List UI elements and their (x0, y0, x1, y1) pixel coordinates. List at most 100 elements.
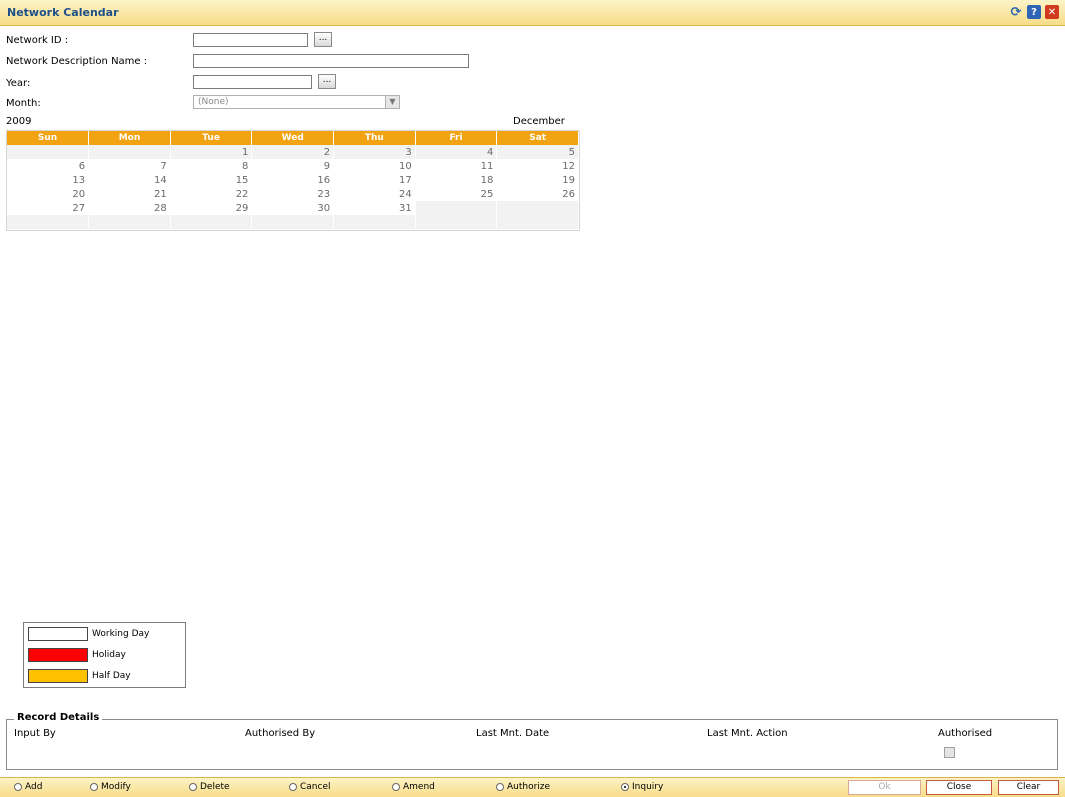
calendar-day-cell[interactable]: 21 (88, 187, 171, 201)
radio-icon (90, 783, 98, 791)
mode-authorize-label: Authorize (507, 782, 551, 792)
calendar-day-cell[interactable]: 16 (251, 173, 335, 187)
weekday-sun: Sun (7, 131, 90, 145)
calendar-day-cell[interactable]: 24 (333, 187, 416, 201)
weekday-sat: Sat (496, 131, 579, 145)
mode-delete-label: Delete (200, 782, 230, 792)
calendar-day-cell (170, 215, 253, 229)
mode-authorize-radio[interactable]: Authorize (496, 782, 550, 792)
radio-icon (14, 783, 22, 791)
half-day-label: Half Day (92, 671, 131, 681)
calendar-day-cell[interactable]: 12 (496, 159, 579, 173)
calendar-day-cell[interactable]: 1 (170, 145, 253, 159)
holiday-label: Holiday (92, 650, 126, 660)
calendar-week-row: 6 7 8 9 10 11 12 (7, 159, 579, 173)
calendar-day-cell (88, 215, 171, 229)
calendar-week-row: 20 21 22 23 24 25 26 (7, 187, 579, 201)
network-desc-input[interactable] (193, 54, 469, 68)
calendar-day-cell[interactable]: 8 (170, 159, 253, 173)
mode-cancel-radio[interactable]: Cancel (289, 782, 331, 792)
working-day-swatch (28, 627, 88, 641)
network-id-lookup-button[interactable]: ... (314, 32, 332, 47)
holiday-swatch (28, 648, 88, 662)
mode-amend-label: Amend (403, 782, 435, 792)
record-details-title: Record Details (14, 712, 103, 723)
calendar-day-cell[interactable]: 29 (170, 201, 253, 215)
year-input[interactable] (193, 75, 312, 89)
year-lookup-button[interactable]: ... (318, 74, 336, 89)
calendar-day-cell[interactable] (7, 145, 90, 159)
calendar-day-cell[interactable]: 14 (88, 173, 171, 187)
calendar-day-cell[interactable]: 18 (415, 173, 498, 187)
calendar-day-cell[interactable]: 19 (496, 173, 579, 187)
calendar-day-cell (251, 215, 335, 229)
calendar-day-cell[interactable]: 23 (251, 187, 335, 201)
calendar-day-cell[interactable]: 27 (7, 201, 90, 215)
calendar-day-cell[interactable]: 7 (88, 159, 171, 173)
legend-half-day: Half Day (28, 669, 131, 683)
calendar-day-cell[interactable] (88, 145, 171, 159)
window-title: Network Calendar (7, 6, 119, 19)
title-bar-icons: ⟳ ? ✕ (1009, 5, 1059, 20)
calendar-day-cell[interactable]: 2 (251, 145, 335, 159)
refresh-icon[interactable]: ⟳ (1009, 5, 1023, 20)
calendar-day-cell[interactable]: 4 (415, 145, 498, 159)
calendar-weekday-row: Sun Mon Tue Wed Thu Fri Sat (7, 131, 579, 145)
radio-selected-icon (621, 783, 629, 791)
calendar-day-cell (415, 201, 498, 215)
network-id-input[interactable] (193, 33, 308, 47)
network-id-label: Network ID : (6, 35, 69, 46)
legend-working-day: Working Day (28, 627, 149, 641)
calendar-day-cell[interactable]: 13 (7, 173, 90, 187)
calendar-day-cell[interactable]: 11 (415, 159, 498, 173)
mode-add-label: Add (25, 782, 43, 792)
month-select-value: (None) (198, 97, 229, 107)
calendar-week-row: 27 28 29 30 31 (7, 201, 579, 215)
title-bar: Network Calendar ⟳ ? ✕ (0, 0, 1065, 26)
calendar-day-cell[interactable]: 30 (251, 201, 335, 215)
close-button[interactable]: Close (926, 780, 992, 795)
calendar-day-cell[interactable]: 3 (333, 145, 416, 159)
calendar-year: 2009 (6, 116, 32, 127)
clear-button[interactable]: Clear (998, 780, 1059, 795)
authorised-label: Authorised (938, 728, 993, 739)
weekday-wed: Wed (251, 131, 335, 145)
calendar-day-cell[interactable]: 17 (333, 173, 416, 187)
calendar-day-cell[interactable]: 31 (333, 201, 416, 215)
calendar-day-cell[interactable]: 10 (333, 159, 416, 173)
radio-icon (392, 783, 400, 791)
calendar-day-cell (333, 215, 416, 229)
help-icon[interactable]: ? (1027, 5, 1041, 19)
authorised-checkbox[interactable] (944, 747, 955, 758)
calendar-day-cell[interactable]: 26 (496, 187, 579, 201)
month-select[interactable]: (None) ▼ (193, 95, 400, 109)
chevron-down-icon[interactable]: ▼ (385, 96, 399, 108)
mode-modify-label: Modify (101, 782, 131, 792)
calendar-day-cell[interactable]: 22 (170, 187, 253, 201)
calendar-week-row: 1 2 3 4 5 (7, 145, 579, 159)
record-details-panel (6, 719, 1058, 770)
close-icon[interactable]: ✕ (1045, 5, 1059, 19)
calendar-day-cell[interactable]: 28 (88, 201, 171, 215)
calendar-day-cell[interactable]: 25 (415, 187, 498, 201)
mode-delete-radio[interactable]: Delete (189, 782, 230, 792)
calendar-week-row: 13 14 15 16 17 18 19 (7, 173, 579, 187)
ok-button[interactable]: Ok (848, 780, 921, 795)
input-by-label: Input By (14, 728, 56, 739)
mode-amend-radio[interactable]: Amend (392, 782, 435, 792)
mode-inquiry-radio[interactable]: Inquiry (621, 782, 663, 792)
calendar-day-cell[interactable]: 15 (170, 173, 253, 187)
radio-icon (289, 783, 297, 791)
calendar-grid: Sun Mon Tue Wed Thu Fri Sat 1 2 3 4 5 6 (6, 130, 580, 231)
mode-inquiry-label: Inquiry (632, 782, 664, 792)
weekday-tue: Tue (170, 131, 253, 145)
mode-modify-radio[interactable]: Modify (90, 782, 131, 792)
last-mnt-action-label: Last Mnt. Action (707, 728, 788, 739)
calendar-day-cell[interactable]: 6 (7, 159, 90, 173)
authorised-by-label: Authorised By (245, 728, 316, 739)
calendar-day-cell[interactable]: 5 (496, 145, 579, 159)
mode-add-radio[interactable]: Add (14, 782, 42, 792)
calendar-day-cell[interactable]: 9 (251, 159, 335, 173)
calendar-day-cell[interactable]: 20 (7, 187, 90, 201)
weekday-fri: Fri (415, 131, 498, 145)
